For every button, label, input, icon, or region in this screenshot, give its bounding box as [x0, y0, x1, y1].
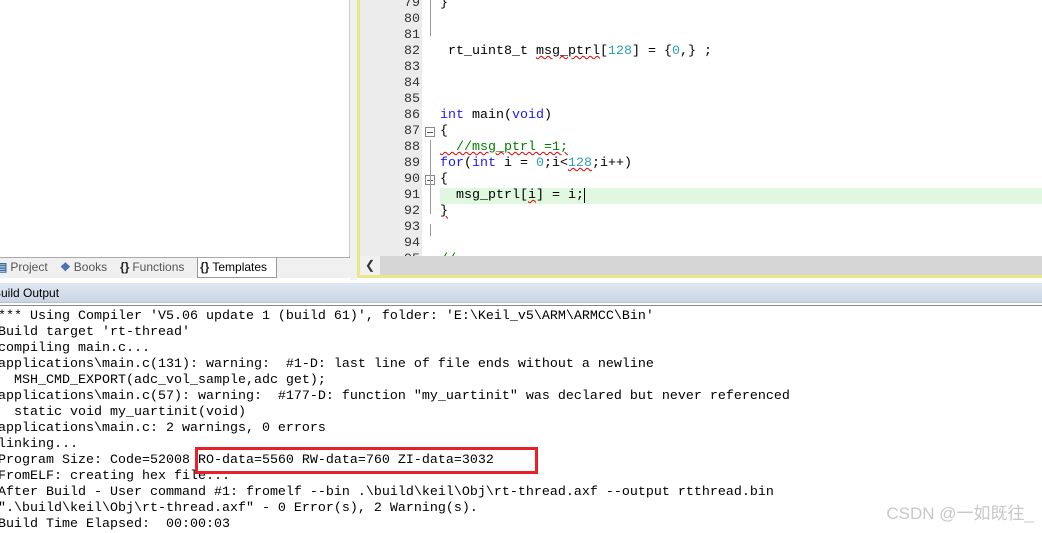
- output-line: After Build - User command #1: fromelf -…: [0, 485, 774, 500]
- text-cursor: [583, 188, 585, 203]
- code-line[interactable]: }: [440, 0, 1042, 12]
- code-token: 128: [607, 44, 632, 59]
- output-line: applications\main.c(131): warning: #1-D:…: [0, 357, 654, 372]
- highlight-annotation-box: [195, 447, 538, 474]
- code-token: {: [440, 172, 448, 187]
- code-line[interactable]: [440, 76, 1042, 92]
- line-number: 88: [404, 140, 420, 155]
- code-token: ] = i;: [535, 188, 584, 203]
- code-line[interactable]: [440, 60, 1042, 76]
- code-line[interactable]: [440, 220, 1042, 236]
- line-number: 92: [404, 204, 420, 219]
- code-token: }: [440, 0, 448, 11]
- code-token: msg_ptrl: [535, 44, 600, 59]
- templates-icon: {}: [200, 260, 210, 274]
- output-line: MSH_CMD_EXPORT(adc_vol_sample,adc get);: [0, 373, 326, 388]
- tab-project[interactable]: ▤ Project: [0, 258, 52, 278]
- line-number: 80: [404, 12, 420, 27]
- line-number: 82: [404, 44, 420, 59]
- output-line: applications\main.c: 2 warnings, 0 error…: [0, 421, 326, 436]
- line-number: 93: [404, 220, 420, 235]
- build-output-header: Build Output: [0, 283, 1042, 303]
- code-line[interactable]: }: [440, 204, 1042, 220]
- books-icon: ❖: [60, 260, 71, 274]
- code-line[interactable]: rt_uint8_t msg_ptrl[128] = {0,} ;: [440, 44, 1042, 60]
- output-line: linking...: [0, 437, 78, 452]
- code-line[interactable]: [440, 92, 1042, 108]
- output-line: applications\main.c(57): warning: #177-D…: [0, 389, 790, 404]
- code-token: 0: [536, 156, 544, 171]
- build-output-title: Build Output: [0, 286, 60, 300]
- code-token: int: [472, 156, 496, 171]
- code-token: ;i<: [544, 156, 568, 171]
- line-number: 86: [404, 108, 420, 123]
- code-token: ): [544, 108, 552, 123]
- code-token: //msg_ptrl =1;: [440, 140, 568, 155]
- code-token: msg_ptrl[: [440, 188, 528, 203]
- code-token: i =: [496, 156, 536, 171]
- scroll-left-icon[interactable]: ❮: [360, 256, 380, 275]
- output-line: compiling main.c...: [0, 341, 150, 356]
- line-number: 83: [404, 60, 420, 75]
- horizontal-scrollbar[interactable]: ❮: [360, 256, 1042, 275]
- output-line: *** Using Compiler 'V5.06 update 1 (buil…: [0, 309, 654, 324]
- code-token: (: [464, 156, 472, 171]
- fold-guide: [430, 184, 431, 214]
- code-line[interactable]: msg_ptrl[i] = i;: [440, 188, 1042, 204]
- line-number: 81: [404, 28, 420, 43]
- fold-guide: [430, 224, 431, 236]
- output-line: static void my_uartinit(void): [0, 405, 246, 420]
- output-line: ".\build\keil\Obj\rt-thread.axf" - 0 Err…: [0, 501, 478, 516]
- code-token: 128: [568, 156, 592, 171]
- code-token: ;i++): [592, 156, 632, 171]
- code-editor[interactable]: 79} 80 81 82 rt_uint8_t msg_ptrl[128] = {0,…: [357, 0, 1042, 278]
- panel-splitter[interactable]: [350, 0, 357, 280]
- line-number: 91: [404, 188, 420, 203]
- code-token: main(: [464, 108, 512, 123]
- code-line[interactable]: [440, 28, 1042, 44]
- code-token: {: [440, 124, 448, 139]
- output-line: Build Time Elapsed: 00:00:03: [0, 517, 230, 532]
- code-token: void: [512, 108, 544, 123]
- code-token: int: [440, 108, 464, 123]
- code-line[interactable]: {: [440, 124, 1042, 140]
- tab-functions[interactable]: {} Functions: [118, 258, 196, 278]
- project-panel: [0, 0, 350, 257]
- line-number: 90: [404, 172, 420, 187]
- code-line[interactable]: [440, 236, 1042, 252]
- code-token: [: [599, 44, 608, 59]
- code-line[interactable]: for(int i = 0;i<128;i++): [440, 156, 1042, 172]
- code-token: ] = {: [631, 44, 672, 59]
- line-number: 89: [404, 156, 420, 171]
- project-icon: ▤: [0, 260, 8, 274]
- code-token: 0: [671, 44, 680, 59]
- fold-guide: [430, 0, 431, 36]
- functions-icon: {}: [120, 260, 130, 274]
- code-line[interactable]: [440, 12, 1042, 28]
- code-token: }: [440, 204, 448, 219]
- tab-templates[interactable]: {} Templates: [197, 258, 277, 278]
- line-number: 94: [404, 236, 420, 251]
- line-number: 85: [404, 92, 420, 107]
- watermark: CSDN @一如既往_: [886, 504, 1034, 523]
- code-token: rt_uint8_t: [440, 44, 536, 59]
- panel-tabs: ▤ Project ❖ Books {} Functions {} Templates: [0, 257, 350, 278]
- code-token: ,} ;: [679, 44, 712, 59]
- line-number: 79: [404, 0, 420, 11]
- code-token: i: [527, 188, 536, 203]
- code-line[interactable]: {: [440, 172, 1042, 188]
- code-line[interactable]: int main(void): [440, 108, 1042, 124]
- line-number: 87: [404, 124, 420, 139]
- code-token: for: [440, 156, 464, 171]
- tab-books[interactable]: ❖ Books: [58, 258, 114, 278]
- fold-toggle-icon[interactable]: [425, 127, 435, 137]
- build-output-log[interactable]: *** Using Compiler 'V5.06 update 1 (buil…: [0, 305, 1042, 532]
- output-line: Build target 'rt-thread': [0, 325, 190, 340]
- code-line[interactable]: //msg_ptrl =1;: [440, 140, 1042, 156]
- line-number: 84: [404, 76, 420, 91]
